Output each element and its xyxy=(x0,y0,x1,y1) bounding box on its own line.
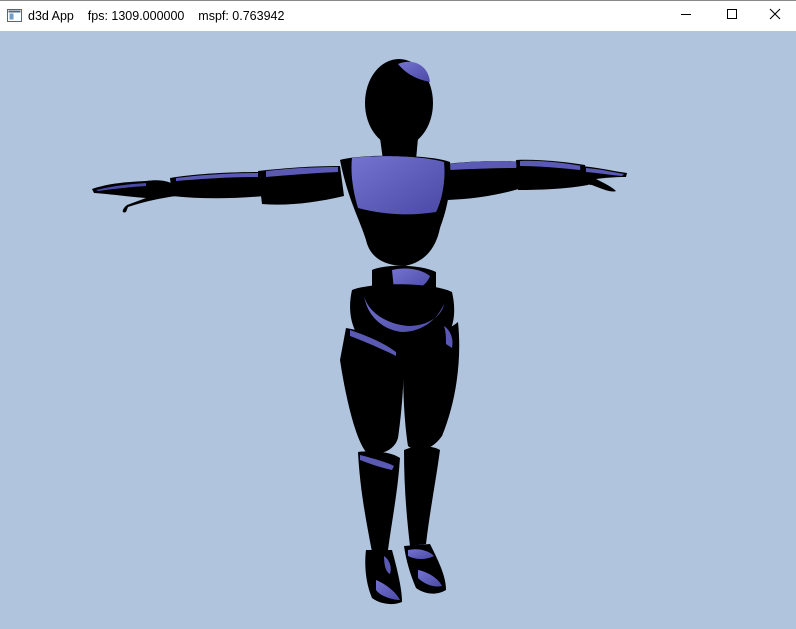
torso xyxy=(340,155,451,301)
head xyxy=(365,59,433,165)
application-window-icon xyxy=(7,9,22,22)
left-leg xyxy=(340,328,404,605)
render-viewport[interactable] xyxy=(0,31,796,629)
minimize-button[interactable] xyxy=(663,1,709,31)
right-arm xyxy=(445,159,627,200)
right-leg xyxy=(403,322,460,594)
window-title: d3d App fps: 1309.000000 mspf: 0.763942 xyxy=(28,9,285,23)
close-icon xyxy=(769,7,781,25)
app-window: d3d App fps: 1309.000000 mspf: 0.763942 xyxy=(0,0,796,629)
maximize-button[interactable] xyxy=(709,1,755,31)
left-arm xyxy=(92,166,344,213)
close-button[interactable] xyxy=(752,1,796,31)
humanoid-mannequin xyxy=(92,59,627,605)
minimize-icon xyxy=(680,7,692,25)
title-bar[interactable]: d3d App fps: 1309.000000 mspf: 0.763942 xyxy=(0,0,796,31)
maximize-icon xyxy=(726,7,738,25)
